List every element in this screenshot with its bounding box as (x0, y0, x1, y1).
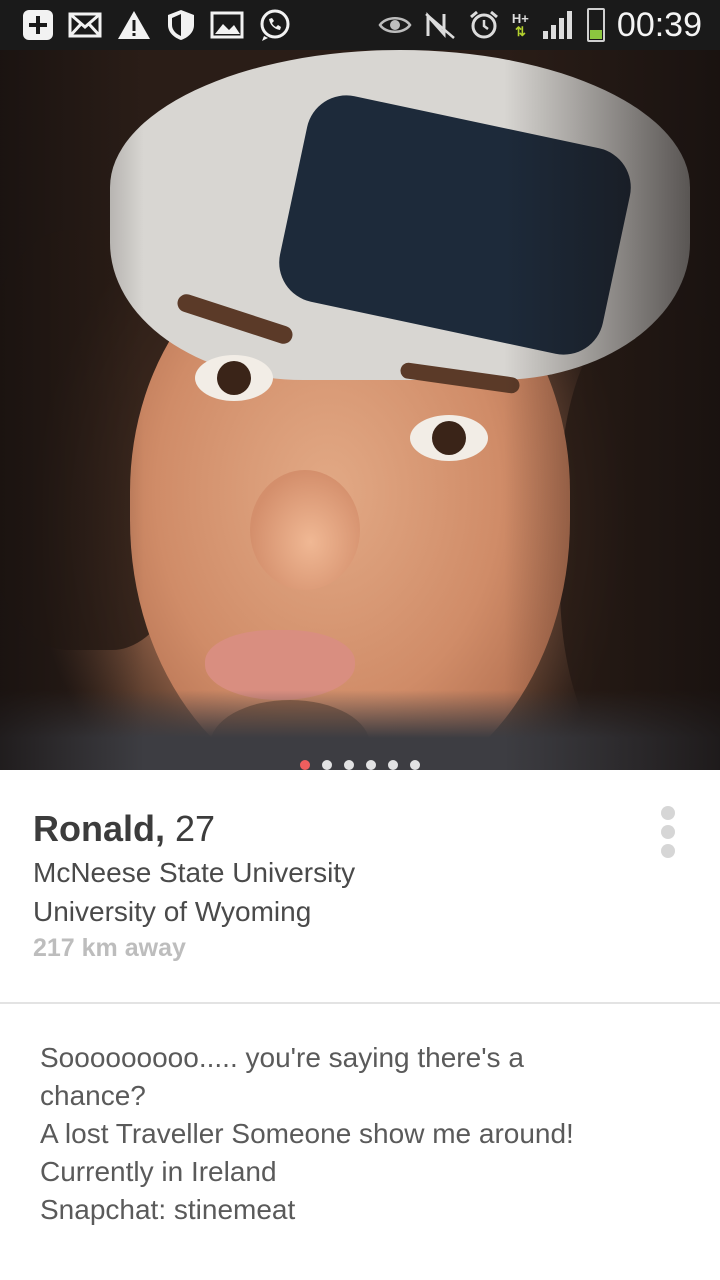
network-hplus-icon: H+ ⇅ (512, 12, 529, 38)
warning-icon (116, 9, 152, 41)
bio-line: A lost Traveller Someone show me around! (40, 1118, 574, 1149)
more-options-button[interactable] (656, 806, 680, 858)
name-age: Ronald, 27 (33, 808, 215, 850)
bio-line: Sooooooooo..... you're saying there's a (40, 1042, 524, 1073)
more-dot-icon (661, 825, 675, 839)
profile-photo[interactable] (0, 50, 720, 770)
data-activity-icon: ⇅ (514, 24, 526, 39)
battery-icon (586, 8, 605, 42)
photo-vignette (0, 50, 720, 770)
alarm-icon (468, 9, 500, 41)
page-dot[interactable] (410, 760, 420, 770)
profile-name: Ronald, (33, 808, 165, 849)
shield-icon (166, 8, 196, 42)
more-dot-icon (661, 844, 675, 858)
status-bar: H+ ⇅ 00:39 (0, 0, 720, 50)
eye-icon (378, 14, 412, 36)
bio-line: Snapchat: stinemeat (40, 1194, 296, 1225)
nfc-icon (424, 10, 456, 40)
page-dot[interactable] (388, 760, 398, 770)
page-dot[interactable] (344, 760, 354, 770)
mail-icon (68, 12, 102, 38)
whatsapp-icon (258, 8, 292, 42)
battery-level (589, 30, 602, 39)
page-dot[interactable] (322, 760, 332, 770)
page-dot[interactable] (366, 760, 376, 770)
signal-icon (541, 9, 575, 41)
more-dot-icon (661, 806, 675, 820)
image-icon (210, 11, 244, 39)
clock: 00:39 (616, 5, 702, 44)
profile-age: 27 (175, 808, 216, 849)
add-icon (22, 9, 54, 41)
school-1: McNeese State University (33, 857, 356, 888)
page-dot-active[interactable] (300, 760, 310, 770)
distance: 217 km away (33, 934, 186, 962)
bio-line: Currently in Ireland (40, 1156, 277, 1187)
notification-icons (22, 8, 292, 42)
photo-page-indicator[interactable] (0, 760, 720, 770)
bio-line: chance? (40, 1080, 146, 1111)
school-2: University of Wyoming (33, 896, 312, 927)
system-icons: H+ ⇅ 00:39 (378, 6, 702, 45)
